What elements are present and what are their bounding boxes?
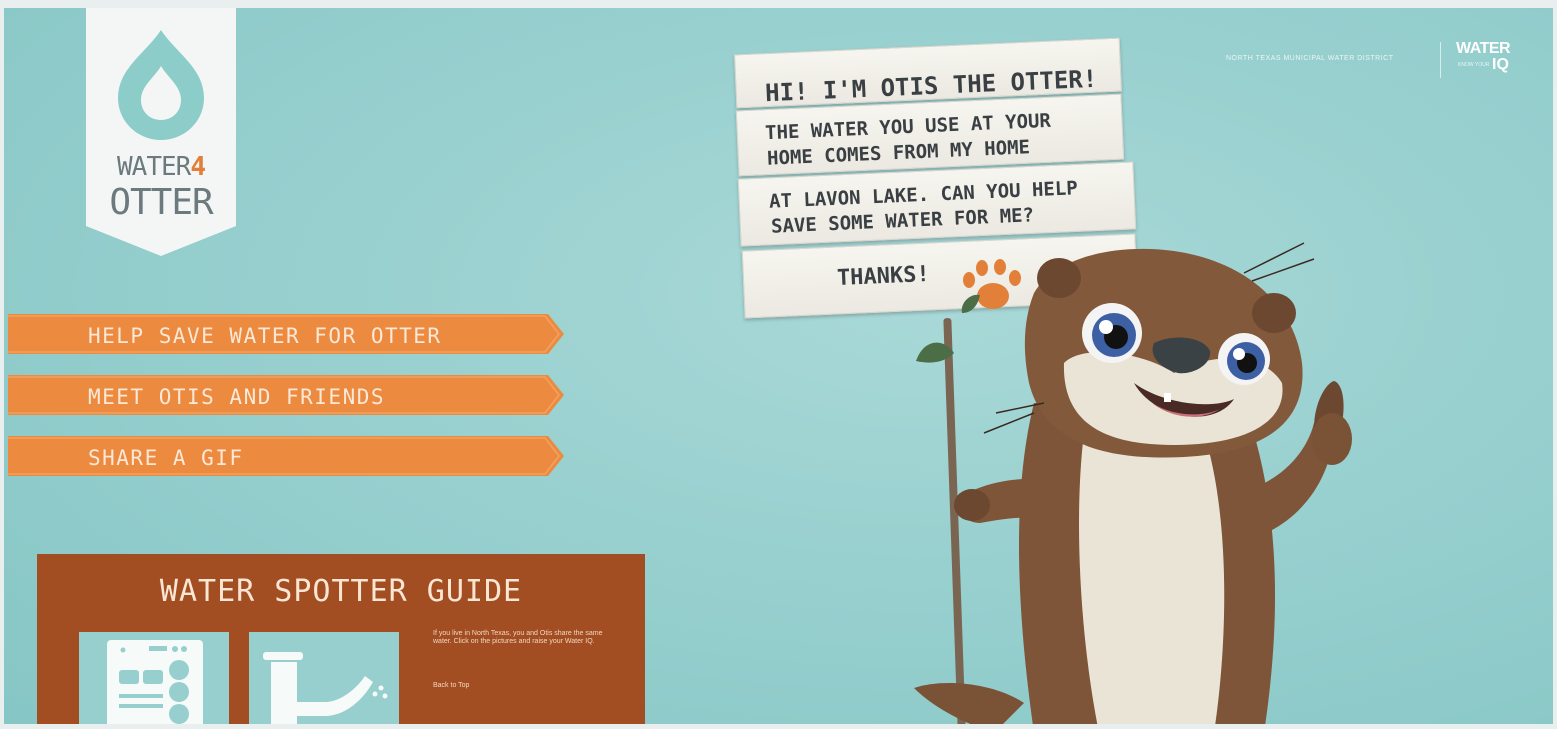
page: WATER4 OTTER NORTH TEXAS MUNICIPAL WATER…	[4, 8, 1553, 724]
otis-otter-illustration	[884, 233, 1404, 724]
guide-description: If you live in North Texas, you and Otis…	[433, 630, 603, 645]
guide-tile-faucet[interactable]	[249, 632, 399, 724]
nav-meet-otis-button[interactable]: MEET OTIS AND FRIENDS	[8, 375, 564, 415]
back-to-top-link[interactable]: Back to Top	[433, 682, 469, 689]
otter-icon	[914, 242, 1352, 724]
logo-line2: OTTER	[109, 182, 213, 223]
water-spotter-guide: WATER SPOTTER GUIDE If you live in North…	[37, 554, 645, 724]
header-divider	[1440, 42, 1441, 78]
dishwasher-icon	[107, 640, 203, 724]
guide-tile-dishwasher[interactable]	[79, 632, 229, 724]
water-iq-word: WATER	[1456, 40, 1511, 57]
nav-share-gif-button[interactable]: SHARE A GIF	[8, 436, 564, 476]
nav-label: SHARE A GIF	[88, 446, 244, 470]
water-iq-small: KNOW YOUR	[1458, 62, 1490, 68]
water-iq-iq: IQ	[1492, 56, 1509, 73]
nav-label: HELP SAVE WATER FOR OTTER	[88, 324, 442, 348]
logo-line1: WATER4	[117, 152, 206, 182]
faucet-icon	[263, 652, 388, 724]
nav-help-save-water-button[interactable]: HELP SAVE WATER FOR OTTER	[8, 314, 564, 354]
water4otter-logo[interactable]: WATER4 OTTER	[86, 8, 236, 256]
nav-label: MEET OTIS AND FRIENDS	[88, 385, 386, 409]
guide-title: WATER SPOTTER GUIDE	[159, 574, 523, 609]
water-iq-logo[interactable]: WATER KNOW YOUR IQ	[1456, 41, 1520, 81]
district-link[interactable]: NORTH TEXAS MUNICIPAL WATER DISTRICT	[1226, 55, 1393, 62]
